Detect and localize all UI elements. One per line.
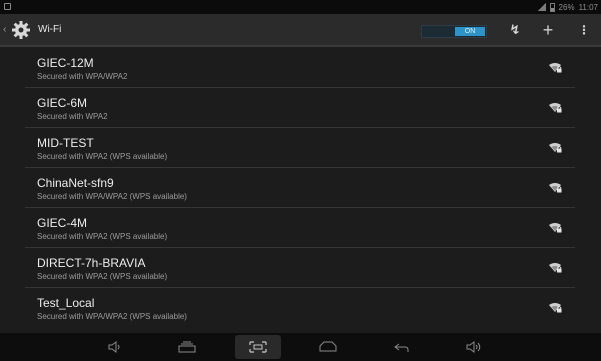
clock: 11:07 [578, 2, 598, 12]
wifi-lock-icon [549, 63, 562, 73]
network-ssid: GIEC-6M [37, 96, 88, 110]
overflow-menu-button[interactable]: ⋮ [572, 19, 596, 41]
network-security: Secured with WPA2 [37, 112, 108, 121]
network-list-item[interactable]: Test_Local Secured with WPA/WPA2 (WPS av… [25, 288, 575, 328]
screenshot-icon [249, 341, 267, 353]
wifi-lock-icon [549, 183, 562, 193]
wifi-toggle-knob: ON [455, 27, 485, 36]
network-ssid: GIEC-12M [37, 56, 94, 70]
add-icon: + [542, 19, 554, 40]
wifi-lock-icon [549, 263, 562, 273]
network-list-item[interactable]: ChinaNet-sfn9 Secured with WPA/WPA2 (WPS… [25, 168, 575, 208]
network-security: Secured with WPA/WPA2 [37, 72, 128, 81]
back-button[interactable] [382, 336, 420, 358]
settings-gear-icon[interactable] [11, 20, 31, 40]
network-list-item[interactable]: GIEC-12M Secured with WPA/WPA2 [25, 48, 575, 88]
signal-icon [537, 3, 546, 11]
network-security: Secured with WPA/WPA2 (WPS available) [37, 192, 187, 201]
network-security: Secured with WPA2 (WPS available) [37, 232, 168, 241]
wifi-lock-icon [549, 303, 562, 313]
wps-button[interactable]: ↯ [503, 19, 527, 41]
network-ssid: GIEC-4M [37, 216, 88, 230]
recent-apps-button[interactable] [168, 336, 206, 358]
navigation-bar [0, 333, 601, 361]
wifi-lock-icon [549, 223, 562, 233]
page-title: Wi-Fi [38, 24, 62, 35]
wifi-toggle[interactable]: ON [421, 25, 487, 38]
network-list: GIEC-12M Secured with WPA/WPA2 GIEC-6M S… [25, 48, 575, 331]
network-ssid: ChinaNet-sfn9 [37, 176, 114, 190]
status-right: 26% 11:07 [537, 1, 598, 13]
home-button[interactable] [309, 336, 347, 358]
wifi-lock-icon [549, 143, 562, 153]
network-security: Secured with WPA2 (WPS available) [37, 272, 168, 281]
wifi-lock-icon [549, 103, 562, 113]
network-ssid: DIRECT-7h-BRAVIA [37, 256, 146, 270]
screenshot-button[interactable] [235, 335, 281, 359]
home-icon [319, 341, 337, 352]
network-security: Secured with WPA2 (WPS available) [37, 152, 168, 161]
volume-down-icon [108, 341, 120, 353]
battery-icon [549, 2, 555, 12]
network-list-item[interactable]: DIRECT-7h-BRAVIA Secured with WPA2 (WPS … [25, 248, 575, 288]
network-list-item[interactable]: GIEC-4M Secured with WPA2 (WPS available… [25, 208, 575, 248]
chevron-left-icon[interactable]: ‹ [3, 25, 6, 35]
volume-up-icon [466, 341, 481, 353]
network-list-item[interactable]: MID-TEST Secured with WPA2 (WPS availabl… [25, 128, 575, 168]
network-ssid: Test_Local [37, 296, 95, 310]
wps-icon: ↯ [509, 22, 521, 37]
network-security: Secured with WPA/WPA2 (WPS available) [37, 312, 187, 321]
back-icon [394, 343, 409, 352]
overflow-menu-icon: ⋮ [578, 23, 590, 37]
action-bar: ‹ Wi-Fi ON ↯ + ⋮ [0, 14, 601, 47]
battery-percent: 26% [558, 2, 575, 12]
status-bar: 26% 11:07 [0, 0, 601, 14]
volume-up-button[interactable] [455, 336, 493, 358]
network-ssid: MID-TEST [37, 136, 94, 150]
notification-icon [4, 3, 11, 10]
network-list-item[interactable]: GIEC-6M Secured with WPA2 [25, 88, 575, 128]
volume-down-button[interactable] [96, 336, 134, 358]
add-network-button[interactable]: + [536, 19, 560, 41]
recent-apps-icon [178, 341, 196, 353]
